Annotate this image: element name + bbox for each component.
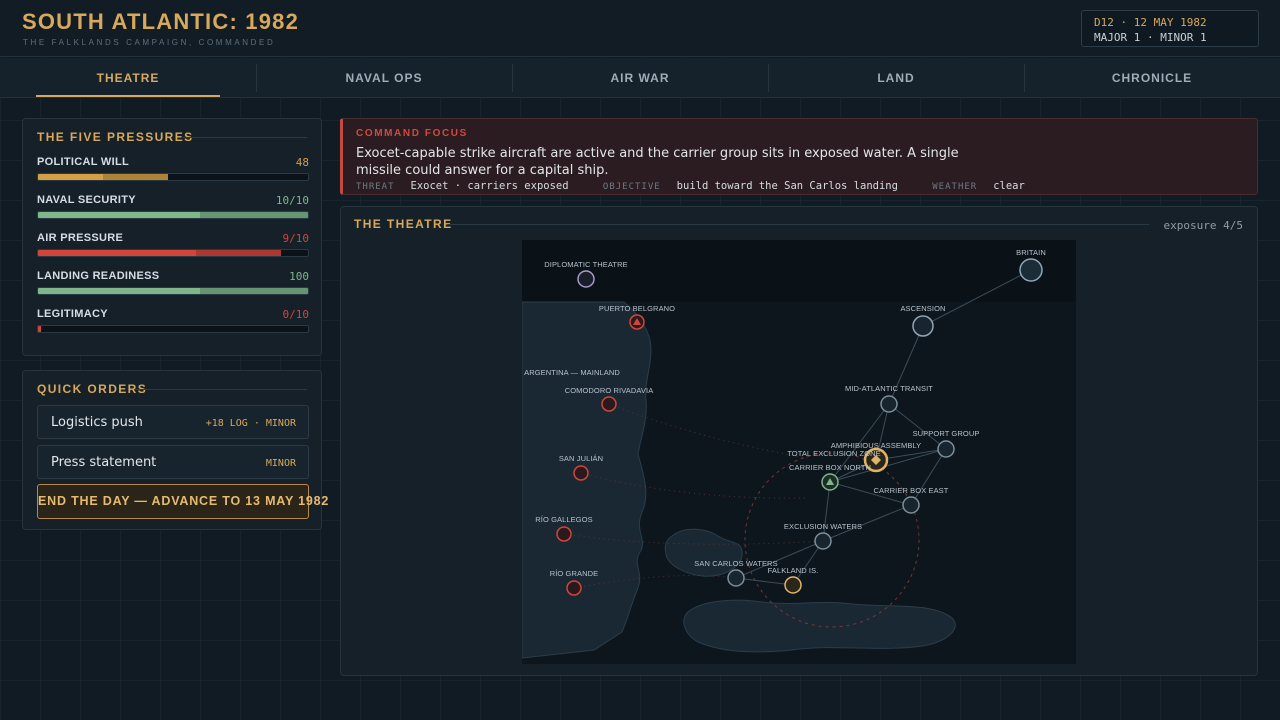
pressure-label: POLITICAL WILL [37,156,129,168]
objective-label: OBJECTIVE [602,182,661,192]
current-day: D12 · 12 MAY 1982 [1094,16,1207,29]
support-group-marker [937,440,955,458]
node-label: SAN JULIÁN [559,454,603,463]
node-label: SUPPORT GROUP [913,429,980,438]
region-label-argentina: ARGENTINA — MAINLAND [524,368,620,377]
pressure-bar-fill [38,174,168,180]
carrier-east-marker [902,496,920,514]
argentina-mainland-shape [522,301,652,659]
node-label: RÍO GALLEGOS [535,515,592,524]
node-label: PUERTO BELGRANO [599,304,675,313]
pressure-value: 48 [295,156,309,169]
node-label: FALKLAND IS. [768,566,819,575]
command-focus-alert: COMMAND FOCUS Exocet-capable strike airc… [340,118,1258,195]
weather-label: WEATHER [932,182,978,192]
pressure-landing-readiness: LANDING READINESS 100 [37,270,309,300]
san-julian-marker [573,465,589,481]
objective-value: build toward the San Carlos landing [676,180,898,192]
pressure-value: 100 [289,270,309,283]
pressure-value: 0/10 [282,308,310,321]
pressure-bar [37,249,309,257]
node-label: EXCLUSION WATERS [784,522,862,531]
title-divider [181,137,307,138]
falkland-marker [784,576,802,594]
tab-chronicle[interactable]: CHRONICLE [1024,58,1280,97]
pressure-bar-fill [38,288,308,294]
main-tabs: THEATRE NAVAL OPS AIR WAR LAND CHRONICLE [0,58,1280,98]
logistics-push-button[interactable]: Logistics push +18 LOG · MINOR [37,405,309,439]
pressure-value: 9/10 [282,232,310,245]
rio-grande-marker [566,580,582,596]
node-label: MID-ATLANTIC TRANSIT [845,384,933,393]
pressure-value: 10/10 [275,194,309,207]
title-divider [447,224,1149,225]
game-title: SOUTH ATLANTIC: 1982 [22,9,300,34]
mid-atlantic-marker [880,395,898,413]
pressure-bar-fill [38,250,281,256]
diplomatic-band [522,240,1076,302]
end-day-button[interactable]: END THE DAY — ADVANCE TO 13 MAY 1982 [37,484,328,519]
pressures-panel: THE FIVE PRESSURES POLITICAL WILL 48 NAV… [22,118,322,356]
rio-gallegos-marker [556,526,572,542]
pressure-air-pressure: AIR PRESSURE 9/10 [37,232,309,262]
pressures-title: THE FIVE PRESSURES [37,130,194,144]
pressure-naval-security: NAVAL SECURITY 10/10 [37,194,309,224]
tab-theatre[interactable]: THEATRE [0,58,256,97]
node-label: CARRIER BOX EAST [874,486,949,495]
pressure-bar [37,211,309,219]
ascension-marker [912,315,934,337]
pressure-label: AIR PRESSURE [37,232,124,244]
event-counts: MAJOR 1 · MINOR 1 [1094,31,1207,44]
pressure-bar-fill [38,326,41,332]
node-label: COMODORO RIVADAVIA [565,386,654,395]
pressure-bar-fill [38,212,308,218]
order-cost-tag: +18 LOG · MINOR [205,418,296,429]
pressure-label: NAVAL SECURITY [37,194,136,206]
san-carlos-marker [727,569,745,587]
theatre-map: BRITAIN ASCENSION DIPLOMATIC THEATRE PUE… [522,240,1076,664]
pressure-label: LANDING READINESS [37,270,160,282]
node-label: CARRIER BOX NORTH [789,463,871,472]
diplomatic-marker [577,270,595,288]
quick-orders-title: QUICK ORDERS [37,382,148,396]
command-focus-title: COMMAND FOCUS [356,128,468,139]
press-statement-button[interactable]: Press statement MINOR [37,445,309,479]
date-status-box: D12 · 12 MAY 1982 MAJOR 1 · MINOR 1 [1081,10,1259,47]
pressure-legitimacy: LEGITIMACY 0/10 [37,308,309,338]
order-label: Logistics push [51,415,143,430]
order-cost-tag: MINOR [265,458,296,469]
tab-land[interactable]: LAND [768,58,1024,97]
order-label: Press statement [51,455,157,470]
threat-value: Exocet · carriers exposed [410,180,569,192]
title-divider [135,389,307,390]
pressure-bar [37,287,309,295]
top-header: SOUTH ATLANTIC: 1982 THE FALKLANDS CAMPA… [0,0,1280,57]
pressure-label: LEGITIMACY [37,308,108,320]
comodoro-marker [601,396,617,412]
region-label-tez: TOTAL EXCLUSION ZONE [787,449,881,458]
game-subtitle: THE FALKLANDS CAMPAIGN, COMMANDED [23,38,276,47]
britain-marker [1019,258,1043,282]
node-label: RÍO GRANDE [550,569,599,578]
command-focus-text: Exocet-capable strike aircraft are activ… [356,146,959,178]
node-label: ASCENSION [900,304,945,313]
theatre-title: THE THEATRE [354,217,453,231]
pressure-political-will: POLITICAL WILL 48 [37,156,309,186]
theatre-panel: THE THEATRE exposure 4/5 BRITAIN ASCENSI… [340,206,1258,676]
exclusion-waters-marker [814,532,832,550]
pressure-bar [37,325,309,333]
tab-air-war[interactable]: AIR WAR [512,58,768,97]
threat-label: THREAT [356,182,395,192]
node-label: SAN CARLOS WATERS [694,559,777,568]
quick-orders-panel: QUICK ORDERS Logistics push +18 LOG · MI… [22,370,328,530]
node-label: DIPLOMATIC THEATRE [544,260,627,269]
command-focus-meta: THREAT Exocet · carriers exposed OBJECTIV… [356,180,1053,192]
exposure-indicator: exposure 4/5 [1163,219,1243,232]
node-label: BRITAIN [1016,248,1046,257]
weather-value: clear [993,180,1025,192]
pressure-bar [37,173,309,181]
tab-naval-ops[interactable]: NAVAL OPS [256,58,512,97]
